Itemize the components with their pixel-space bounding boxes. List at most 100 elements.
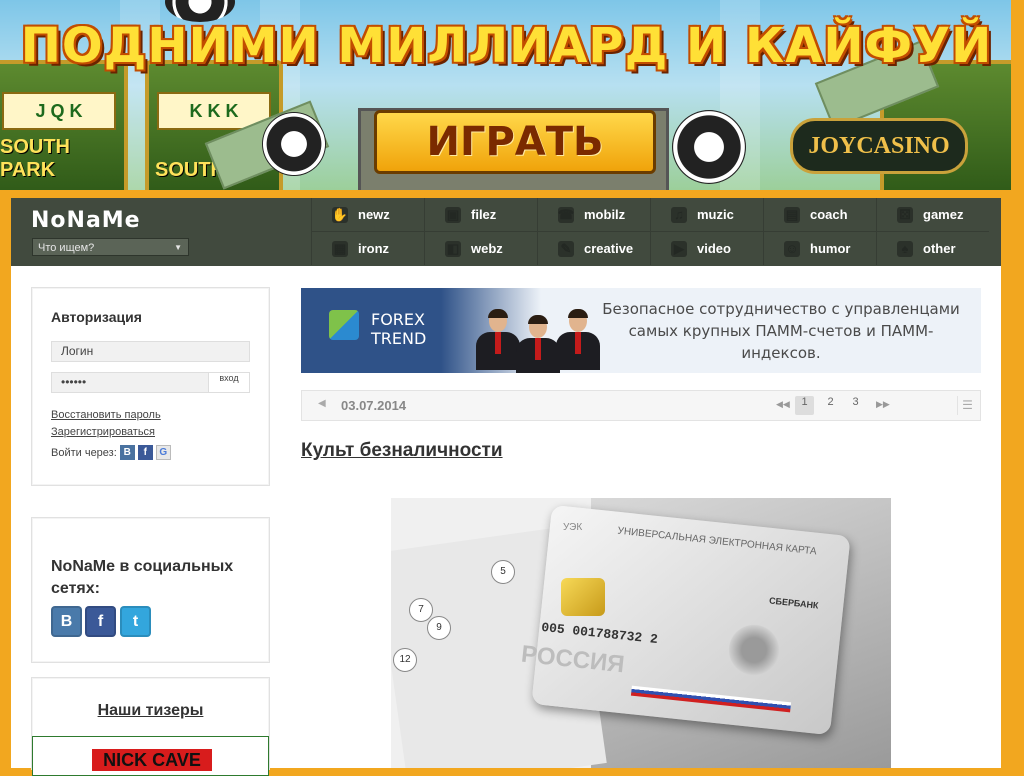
page-edge <box>1001 198 1011 768</box>
nav-label: humor <box>810 241 851 256</box>
photo-number: 12 <box>393 648 417 672</box>
nav-item-video[interactable]: ▶ video <box>650 232 763 265</box>
joycasino-logo[interactable]: JOYCASINO <box>790 118 968 174</box>
search-placeholder: Что ищем? <box>38 242 95 254</box>
forex-logo-icon <box>329 310 359 340</box>
palette-icon: ✎ <box>558 240 574 257</box>
last-page-icon[interactable]: ▶▶ <box>876 399 890 410</box>
nav-item-webz[interactable]: ◧ webz <box>424 232 537 265</box>
nav-label: gamez <box>923 207 964 222</box>
dice-icon: ⚄ <box>897 206 913 223</box>
register-link[interactable]: Зарегистрироваться <box>51 426 155 438</box>
nav-item-mobilz[interactable]: ☎ mobilz <box>537 198 650 232</box>
auth-panel: Авторизация Логин •••••• вход Восстанови… <box>31 287 270 486</box>
photo-number: 9 <box>427 616 451 640</box>
businessman-figure <box>516 315 560 373</box>
hand-icon: ✋ <box>331 206 349 223</box>
facebook-login-icon[interactable]: f <box>137 445 153 460</box>
login-via: Войти через: В f G <box>51 445 171 460</box>
headphones-icon: ♫ <box>671 206 687 223</box>
search-select[interactable]: Что ищем? ▼ <box>32 238 189 256</box>
smile-icon: ☺ <box>784 240 800 257</box>
slot-machine-left: J Q K SOUTH PARK <box>0 60 128 190</box>
restore-password-link[interactable]: Восстановить пароль <box>51 409 161 421</box>
article-title[interactable]: Культ безналичности <box>301 440 503 462</box>
nav-item-newz[interactable]: ✋ newz <box>311 198 424 232</box>
casino-banner[interactable]: J Q K SOUTH PARK K K K SOUTH P ПОДНИМИ М… <box>0 0 1011 190</box>
page-2[interactable]: 2 <box>821 396 840 415</box>
banner-headline: ПОДНИМИ МИЛЛИАРД И КАЙФУЙ <box>20 18 993 74</box>
businessmen-image <box>476 300 601 373</box>
page-3[interactable]: 3 <box>846 396 865 415</box>
google-login-icon[interactable]: G <box>155 445 171 460</box>
nav-label: webz <box>471 241 503 256</box>
nav-item-creative[interactable]: ✎ creative <box>537 232 650 265</box>
slot-reels: J Q K <box>2 92 116 130</box>
nav-label: newz <box>358 207 390 222</box>
twitter-icon[interactable]: t <box>120 606 151 637</box>
teasers-title[interactable]: Наши тизеры <box>32 702 269 720</box>
film-icon: ▶ <box>671 240 687 257</box>
login-via-label: Войти через: <box>51 446 117 459</box>
nav-label: coach <box>810 207 848 222</box>
phone-icon: ☎ <box>557 206 575 223</box>
businessman-figure <box>556 309 600 370</box>
forex-brand-line1: FOREX <box>371 310 425 329</box>
slot-label: SOUTH PARK <box>0 136 70 181</box>
social-panel: NoNaMe в социальных сетях: В f t <box>31 517 270 663</box>
poker-chip-icon <box>672 110 746 184</box>
chevron-down-icon: ▼ <box>174 243 182 252</box>
nav-item-other[interactable]: ♠ other <box>876 232 989 265</box>
vk-icon[interactable]: В <box>51 606 82 637</box>
post-pager: ◀ 03.07.2014 ◀◀ 1 2 3 ▶▶ ☰ <box>301 390 981 421</box>
nav-item-ironz[interactable]: ▦ ironz <box>311 232 424 265</box>
nav-item-gamez[interactable]: ⚄ gamez <box>876 198 989 232</box>
nav-item-humor[interactable]: ☺ humor <box>763 232 876 265</box>
nav-label: filez <box>471 207 497 222</box>
card-uek-label: УЭК <box>563 522 583 533</box>
category-menu: ✋ newz ▣ filez ☎ mobilz ♫ muzic ▤ coach ⚄ game… <box>311 198 991 266</box>
post-date: 03.07.2014 <box>341 398 407 413</box>
poker-chip-icon <box>262 112 326 176</box>
page-1[interactable]: 1 <box>795 396 814 415</box>
main-content: Авторизация Логин •••••• вход Восстанови… <box>11 266 1001 776</box>
browser-icon: ◧ <box>445 240 461 257</box>
first-page-icon[interactable]: ◀◀ <box>776 399 790 410</box>
nav-label: mobilz <box>584 207 626 222</box>
nav-label: muzic <box>697 207 734 222</box>
forex-brand: FOREX TREND <box>371 310 426 348</box>
businessman-figure <box>476 309 520 370</box>
nav-label: video <box>697 241 731 256</box>
facebook-icon[interactable]: f <box>85 606 116 637</box>
list-view-icon[interactable]: ☰ <box>957 396 977 415</box>
nav-label: other <box>923 241 956 256</box>
top-navigation: NoNaMe Что ищем? ▼ ✋ newz ▣ filez ☎ mobilz … <box>11 198 1001 266</box>
password-value: •••••• <box>61 375 87 389</box>
ad-text: Безопасное сотрудничество с управленцами… <box>602 300 960 362</box>
social-title: NoNaMe в социальных сетях: <box>51 558 234 597</box>
vk-login-icon[interactable]: В <box>119 445 135 460</box>
teaser-image[interactable]: NICK CAVE <box>32 736 269 776</box>
login-field[interactable]: Логин <box>51 341 250 362</box>
clipboard-icon: ▤ <box>784 206 800 223</box>
auth-title: Авторизация <box>51 309 142 325</box>
nav-label: creative <box>584 241 634 256</box>
play-button[interactable]: ИГРАТЬ <box>374 110 656 174</box>
prev-arrow-icon[interactable]: ◀ <box>318 398 326 409</box>
nav-label: ironz <box>358 241 390 256</box>
password-field[interactable]: •••••• вход <box>51 372 250 393</box>
login-button[interactable]: вход <box>208 373 249 392</box>
photo-number: 5 <box>491 560 515 584</box>
floppy-icon: ▣ <box>445 206 461 223</box>
nav-item-filez[interactable]: ▣ filez <box>424 198 537 232</box>
nav-item-muzic[interactable]: ♫ muzic <box>650 198 763 232</box>
card-chip-icon <box>561 578 605 616</box>
forex-brand-line2: TREND <box>371 329 427 348</box>
article-image: 5 7 9 12 УЭК УНИВЕРСАЛЬНАЯ ЭЛЕКТРОННАЯ К… <box>391 498 891 768</box>
site-logo[interactable]: NoNaMe <box>31 208 141 233</box>
chip-icon: ▦ <box>332 240 348 257</box>
nav-item-coach[interactable]: ▤ coach <box>763 198 876 232</box>
cards-icon: ♠ <box>897 240 913 257</box>
forex-ad-banner[interactable]: FOREX TREND Безопасное сотрудничество с … <box>301 288 981 373</box>
coat-of-arms-icon <box>726 620 782 680</box>
